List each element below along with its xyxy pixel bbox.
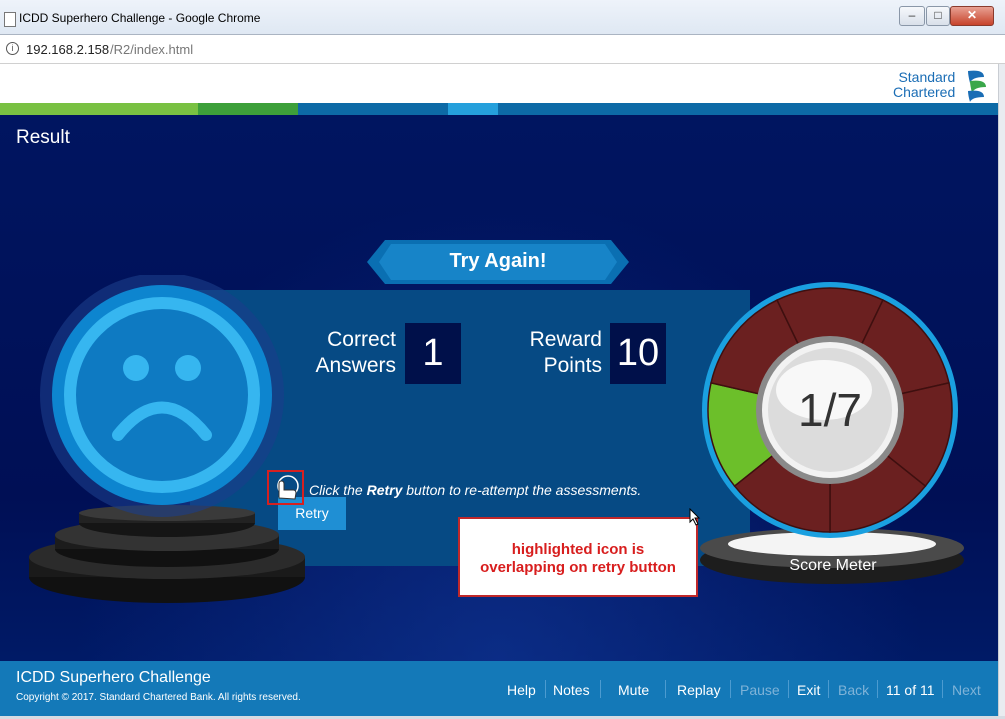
maximize-button[interactable]: □ (926, 6, 950, 26)
notes-button[interactable]: Notes (553, 682, 590, 698)
info-icon[interactable]: i (6, 42, 19, 55)
close-button[interactable]: ✕ (950, 6, 994, 26)
try-again-banner: Try Again! (449, 250, 547, 272)
mouse-cursor-icon (689, 508, 701, 526)
replay-button[interactable]: Replay (677, 682, 721, 698)
reward-points-label: Reward Points (529, 328, 602, 377)
nav-divider (942, 680, 943, 698)
brand-line-1: Standard (898, 69, 956, 85)
brand-logo-icon (968, 70, 986, 102)
nav-divider (877, 680, 878, 698)
hand-pointer-icon (267, 470, 304, 505)
copyright-text: Copyright © 2017. Standard Chartered Ban… (16, 692, 301, 703)
back-button[interactable]: Back (838, 682, 869, 698)
nav-divider (665, 680, 666, 698)
nav-divider (788, 680, 789, 698)
score-meter-label: Score Meter (789, 557, 877, 574)
minimize-button[interactable]: – (899, 6, 925, 26)
score-meter (700, 282, 964, 584)
brand-logo-text: Standard Chartered (893, 70, 955, 100)
page-icon (4, 12, 16, 27)
pause-button[interactable]: Pause (740, 682, 780, 698)
reward-points-value: 10 (610, 323, 666, 384)
retry-instruction: Click the Retry button to re-attempt the… (309, 482, 642, 498)
score-ratio: 1/7 (798, 384, 862, 436)
annotation-callout: highlighted icon is overlapping on retry… (458, 517, 698, 597)
nav-divider (828, 680, 829, 698)
page-counter: 11 of 11 (886, 682, 935, 698)
course-header (0, 64, 998, 104)
page-title: Result (16, 127, 70, 148)
url-host[interactable]: 192.168.2.158 (26, 42, 109, 57)
next-button[interactable]: Next (952, 682, 981, 698)
nav-divider (600, 680, 601, 698)
exit-button[interactable]: Exit (797, 682, 820, 698)
scrollbar[interactable] (998, 64, 1005, 716)
nav-divider (730, 680, 731, 698)
brand-line-2: Chartered (893, 84, 956, 100)
sad-face-icon (40, 275, 284, 517)
mute-button[interactable]: Mute (618, 682, 649, 698)
footer-title: ICDD Superhero Challenge (16, 669, 211, 686)
correct-answers-value: 1 (405, 323, 461, 384)
correct-answers-label: Correct Answers (315, 328, 396, 377)
header-stripe (0, 103, 998, 115)
help-button[interactable]: Help (507, 682, 536, 698)
window-title: ICDD Superhero Challenge - Google Chrome (19, 11, 261, 25)
nav-divider (545, 680, 546, 698)
url-path[interactable]: /R2/index.html (110, 42, 193, 57)
